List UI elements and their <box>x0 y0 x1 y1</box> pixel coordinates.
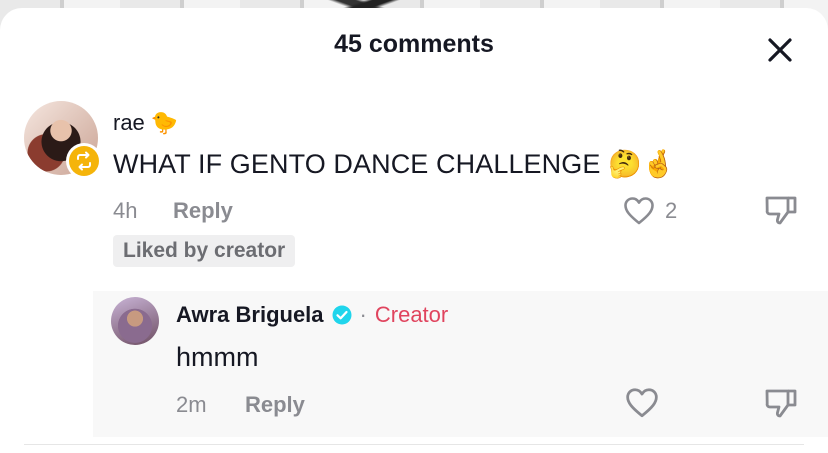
close-icon <box>768 38 792 62</box>
chick-emoji: 🐤 <box>150 111 179 136</box>
close-button[interactable] <box>764 34 796 66</box>
reply-like-button[interactable] <box>625 387 659 424</box>
reply-text: hmmm <box>176 342 259 372</box>
heart-icon <box>624 197 654 225</box>
comment-username[interactable]: rae 🐤 <box>113 110 178 136</box>
like-button[interactable]: 2 <box>623 196 677 226</box>
dislike-button[interactable] <box>764 194 798 231</box>
username-text: rae <box>113 110 145 135</box>
comment-emojis: 🤔🤞 <box>608 149 676 180</box>
reply-dislike-button[interactable] <box>764 387 798 424</box>
repost-icon <box>77 151 91 171</box>
comment-timestamp: 4h <box>113 198 138 223</box>
comment-text: WHAT IF GENTO DANCE CHALLENGE 🤔🤞 <box>113 148 676 180</box>
like-count: 2 <box>665 198 678 223</box>
thumbs-down-icon <box>765 389 797 418</box>
separator-dot: · <box>359 302 367 327</box>
liked-by-creator-badge: Liked by creator <box>113 235 296 267</box>
divider <box>24 444 804 445</box>
thumbs-down-icon <box>765 196 797 225</box>
reply-timestamp: 2m <box>176 392 207 417</box>
reply-button[interactable]: Reply <box>173 198 233 224</box>
comments-title: 45 comments <box>334 30 494 58</box>
creator-label: Creator <box>374 302 449 327</box>
repost-badge <box>66 143 102 179</box>
verified-icon <box>332 305 352 325</box>
reply-avatar[interactable] <box>111 297 159 345</box>
reply-reply-button[interactable]: Reply <box>245 392 305 418</box>
comment-body: WHAT IF GENTO DANCE CHALLENGE <box>113 149 601 179</box>
heart-icon <box>626 388 658 418</box>
reply-username-row: Awra Briguela · Creator <box>176 302 448 328</box>
reply-username[interactable]: Awra Briguela <box>176 302 324 328</box>
